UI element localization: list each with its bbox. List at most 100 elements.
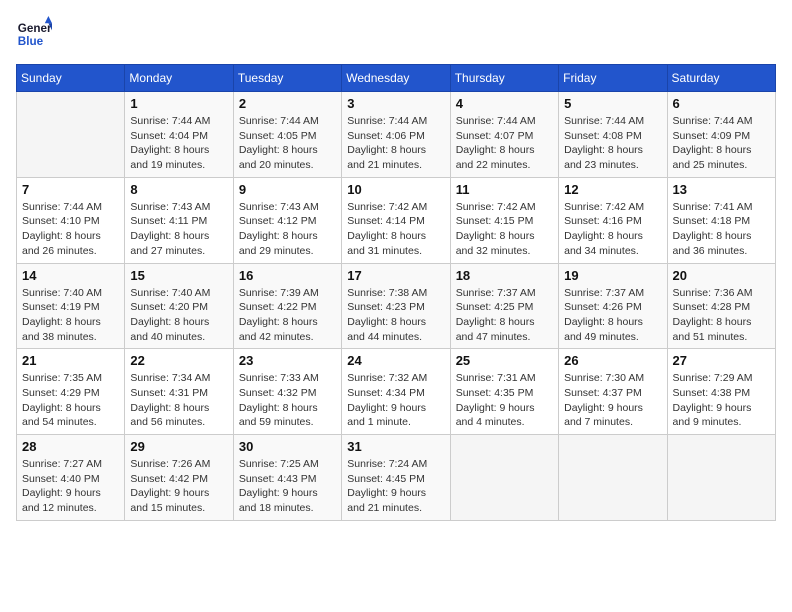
day-number: 22: [130, 353, 227, 368]
day-number: 18: [456, 268, 553, 283]
day-cell: 23 Sunrise: 7:33 AM Sunset: 4:32 PM Dayli…: [233, 349, 341, 435]
day-cell: 7 Sunrise: 7:44 AM Sunset: 4:10 PM Daylig…: [17, 177, 125, 263]
day-cell: 14Sunrise: 7:40 AM Sunset: 4:19 PM Dayli…: [17, 263, 125, 349]
week-row-2: 7 Sunrise: 7:44 AM Sunset: 4:10 PM Daylig…: [17, 177, 776, 263]
day-cell: 31Sunrise: 7:24 AM Sunset: 4:45 PM Dayli…: [342, 435, 450, 521]
day-cell: 30Sunrise: 7:25 AM Sunset: 4:43 PM Dayli…: [233, 435, 341, 521]
day-cell: 25 Sunrise: 7:31 AM Sunset: 4:35 PM Dayli…: [450, 349, 558, 435]
logo-icon: General Blue: [16, 16, 52, 52]
day-cell: 16 Sunrise: 7:39 AM Sunset: 4:22 PM Dayli…: [233, 263, 341, 349]
day-info: Sunrise: 7:44 AM Sunset: 4:08 PM Dayligh…: [564, 114, 661, 173]
day-cell: 29Sunrise: 7:26 AM Sunset: 4:42 PM Dayli…: [125, 435, 233, 521]
day-cell: 18Sunrise: 7:37 AM Sunset: 4:25 PM Dayli…: [450, 263, 558, 349]
week-row-5: 28 Sunrise: 7:27 AM Sunset: 4:40 PM Dayli…: [17, 435, 776, 521]
day-info: Sunrise: 7:37 AM Sunset: 4:26 PM Dayligh…: [564, 286, 661, 345]
day-info: Sunrise: 7:43 AM Sunset: 4:11 PM Dayligh…: [130, 200, 227, 259]
day-number: 10: [347, 182, 444, 197]
day-cell: [450, 435, 558, 521]
day-cell: 1 Sunrise: 7:44 AM Sunset: 4:04 PM Daylig…: [125, 92, 233, 178]
weekday-header-friday: Friday: [559, 65, 667, 92]
day-info: Sunrise: 7:40 AM Sunset: 4:20 PM Dayligh…: [130, 286, 227, 345]
day-number: 27: [673, 353, 770, 368]
weekday-header-saturday: Saturday: [667, 65, 775, 92]
day-number: 2: [239, 96, 336, 111]
weekday-header-row: SundayMondayTuesdayWednesdayThursdayFrid…: [17, 65, 776, 92]
day-info: Sunrise: 7:30 AM Sunset: 4:37 PM Dayligh…: [564, 371, 661, 430]
day-info: Sunrise: 7:44 AM Sunset: 4:10 PM Dayligh…: [22, 200, 119, 259]
week-row-1: 1 Sunrise: 7:44 AM Sunset: 4:04 PM Daylig…: [17, 92, 776, 178]
svg-text:Blue: Blue: [18, 35, 44, 48]
header: General Blue: [16, 16, 776, 52]
day-cell: 21Sunrise: 7:35 AM Sunset: 4:29 PM Dayli…: [17, 349, 125, 435]
week-row-4: 21Sunrise: 7:35 AM Sunset: 4:29 PM Dayli…: [17, 349, 776, 435]
day-cell: 13Sunrise: 7:41 AM Sunset: 4:18 PM Dayli…: [667, 177, 775, 263]
day-number: 19: [564, 268, 661, 283]
day-info: Sunrise: 7:44 AM Sunset: 4:04 PM Dayligh…: [130, 114, 227, 173]
day-number: 9: [239, 182, 336, 197]
day-number: 12: [564, 182, 661, 197]
day-number: 31: [347, 439, 444, 454]
day-cell: 28 Sunrise: 7:27 AM Sunset: 4:40 PM Dayli…: [17, 435, 125, 521]
day-info: Sunrise: 7:38 AM Sunset: 4:23 PM Dayligh…: [347, 286, 444, 345]
day-cell: 11 Sunrise: 7:42 AM Sunset: 4:15 PM Dayli…: [450, 177, 558, 263]
day-cell: 9 Sunrise: 7:43 AM Sunset: 4:12 PM Daylig…: [233, 177, 341, 263]
day-info: Sunrise: 7:33 AM Sunset: 4:32 PM Dayligh…: [239, 371, 336, 430]
day-cell: 2Sunrise: 7:44 AM Sunset: 4:05 PM Daylig…: [233, 92, 341, 178]
day-info: Sunrise: 7:35 AM Sunset: 4:29 PM Dayligh…: [22, 371, 119, 430]
weekday-header-monday: Monday: [125, 65, 233, 92]
day-info: Sunrise: 7:29 AM Sunset: 4:38 PM Dayligh…: [673, 371, 770, 430]
day-number: 15: [130, 268, 227, 283]
day-number: 1: [130, 96, 227, 111]
calendar-table: SundayMondayTuesdayWednesdayThursdayFrid…: [16, 64, 776, 521]
weekday-header-wednesday: Wednesday: [342, 65, 450, 92]
day-cell: 10 Sunrise: 7:42 AM Sunset: 4:14 PM Dayli…: [342, 177, 450, 263]
day-cell: 12 Sunrise: 7:42 AM Sunset: 4:16 PM Dayli…: [559, 177, 667, 263]
weekday-header-tuesday: Tuesday: [233, 65, 341, 92]
day-number: 30: [239, 439, 336, 454]
day-number: 3: [347, 96, 444, 111]
day-number: 14: [22, 268, 119, 283]
day-info: Sunrise: 7:36 AM Sunset: 4:28 PM Dayligh…: [673, 286, 770, 345]
day-info: Sunrise: 7:39 AM Sunset: 4:22 PM Dayligh…: [239, 286, 336, 345]
day-number: 6: [673, 96, 770, 111]
day-info: Sunrise: 7:42 AM Sunset: 4:14 PM Dayligh…: [347, 200, 444, 259]
day-info: Sunrise: 7:42 AM Sunset: 4:16 PM Dayligh…: [564, 200, 661, 259]
day-info: Sunrise: 7:44 AM Sunset: 4:07 PM Dayligh…: [456, 114, 553, 173]
day-info: Sunrise: 7:34 AM Sunset: 4:31 PM Dayligh…: [130, 371, 227, 430]
day-cell: [17, 92, 125, 178]
day-cell: 6 Sunrise: 7:44 AM Sunset: 4:09 PM Daylig…: [667, 92, 775, 178]
day-info: Sunrise: 7:32 AM Sunset: 4:34 PM Dayligh…: [347, 371, 444, 430]
weekday-header-sunday: Sunday: [17, 65, 125, 92]
day-number: 26: [564, 353, 661, 368]
day-cell: 27 Sunrise: 7:29 AM Sunset: 4:38 PM Dayli…: [667, 349, 775, 435]
day-cell: 3 Sunrise: 7:44 AM Sunset: 4:06 PM Daylig…: [342, 92, 450, 178]
day-info: Sunrise: 7:43 AM Sunset: 4:12 PM Dayligh…: [239, 200, 336, 259]
day-cell: 24Sunrise: 7:32 AM Sunset: 4:34 PM Dayli…: [342, 349, 450, 435]
day-number: 28: [22, 439, 119, 454]
day-cell: 4 Sunrise: 7:44 AM Sunset: 4:07 PM Daylig…: [450, 92, 558, 178]
svg-text:General: General: [18, 22, 52, 35]
week-row-3: 14Sunrise: 7:40 AM Sunset: 4:19 PM Dayli…: [17, 263, 776, 349]
day-cell: 15 Sunrise: 7:40 AM Sunset: 4:20 PM Dayli…: [125, 263, 233, 349]
logo: General Blue: [16, 16, 52, 52]
day-info: Sunrise: 7:42 AM Sunset: 4:15 PM Dayligh…: [456, 200, 553, 259]
day-info: Sunrise: 7:27 AM Sunset: 4:40 PM Dayligh…: [22, 457, 119, 516]
day-info: Sunrise: 7:31 AM Sunset: 4:35 PM Dayligh…: [456, 371, 553, 430]
day-cell: [667, 435, 775, 521]
day-number: 5: [564, 96, 661, 111]
day-number: 23: [239, 353, 336, 368]
day-info: Sunrise: 7:44 AM Sunset: 4:09 PM Dayligh…: [673, 114, 770, 173]
day-cell: 22 Sunrise: 7:34 AM Sunset: 4:31 PM Dayli…: [125, 349, 233, 435]
day-number: 13: [673, 182, 770, 197]
day-cell: 19 Sunrise: 7:37 AM Sunset: 4:26 PM Dayli…: [559, 263, 667, 349]
day-number: 25: [456, 353, 553, 368]
day-cell: 5 Sunrise: 7:44 AM Sunset: 4:08 PM Daylig…: [559, 92, 667, 178]
weekday-header-thursday: Thursday: [450, 65, 558, 92]
day-info: Sunrise: 7:26 AM Sunset: 4:42 PM Dayligh…: [130, 457, 227, 516]
day-cell: 26 Sunrise: 7:30 AM Sunset: 4:37 PM Dayli…: [559, 349, 667, 435]
day-number: 4: [456, 96, 553, 111]
day-number: 7: [22, 182, 119, 197]
day-number: 16: [239, 268, 336, 283]
day-info: Sunrise: 7:44 AM Sunset: 4:06 PM Dayligh…: [347, 114, 444, 173]
day-number: 11: [456, 182, 553, 197]
